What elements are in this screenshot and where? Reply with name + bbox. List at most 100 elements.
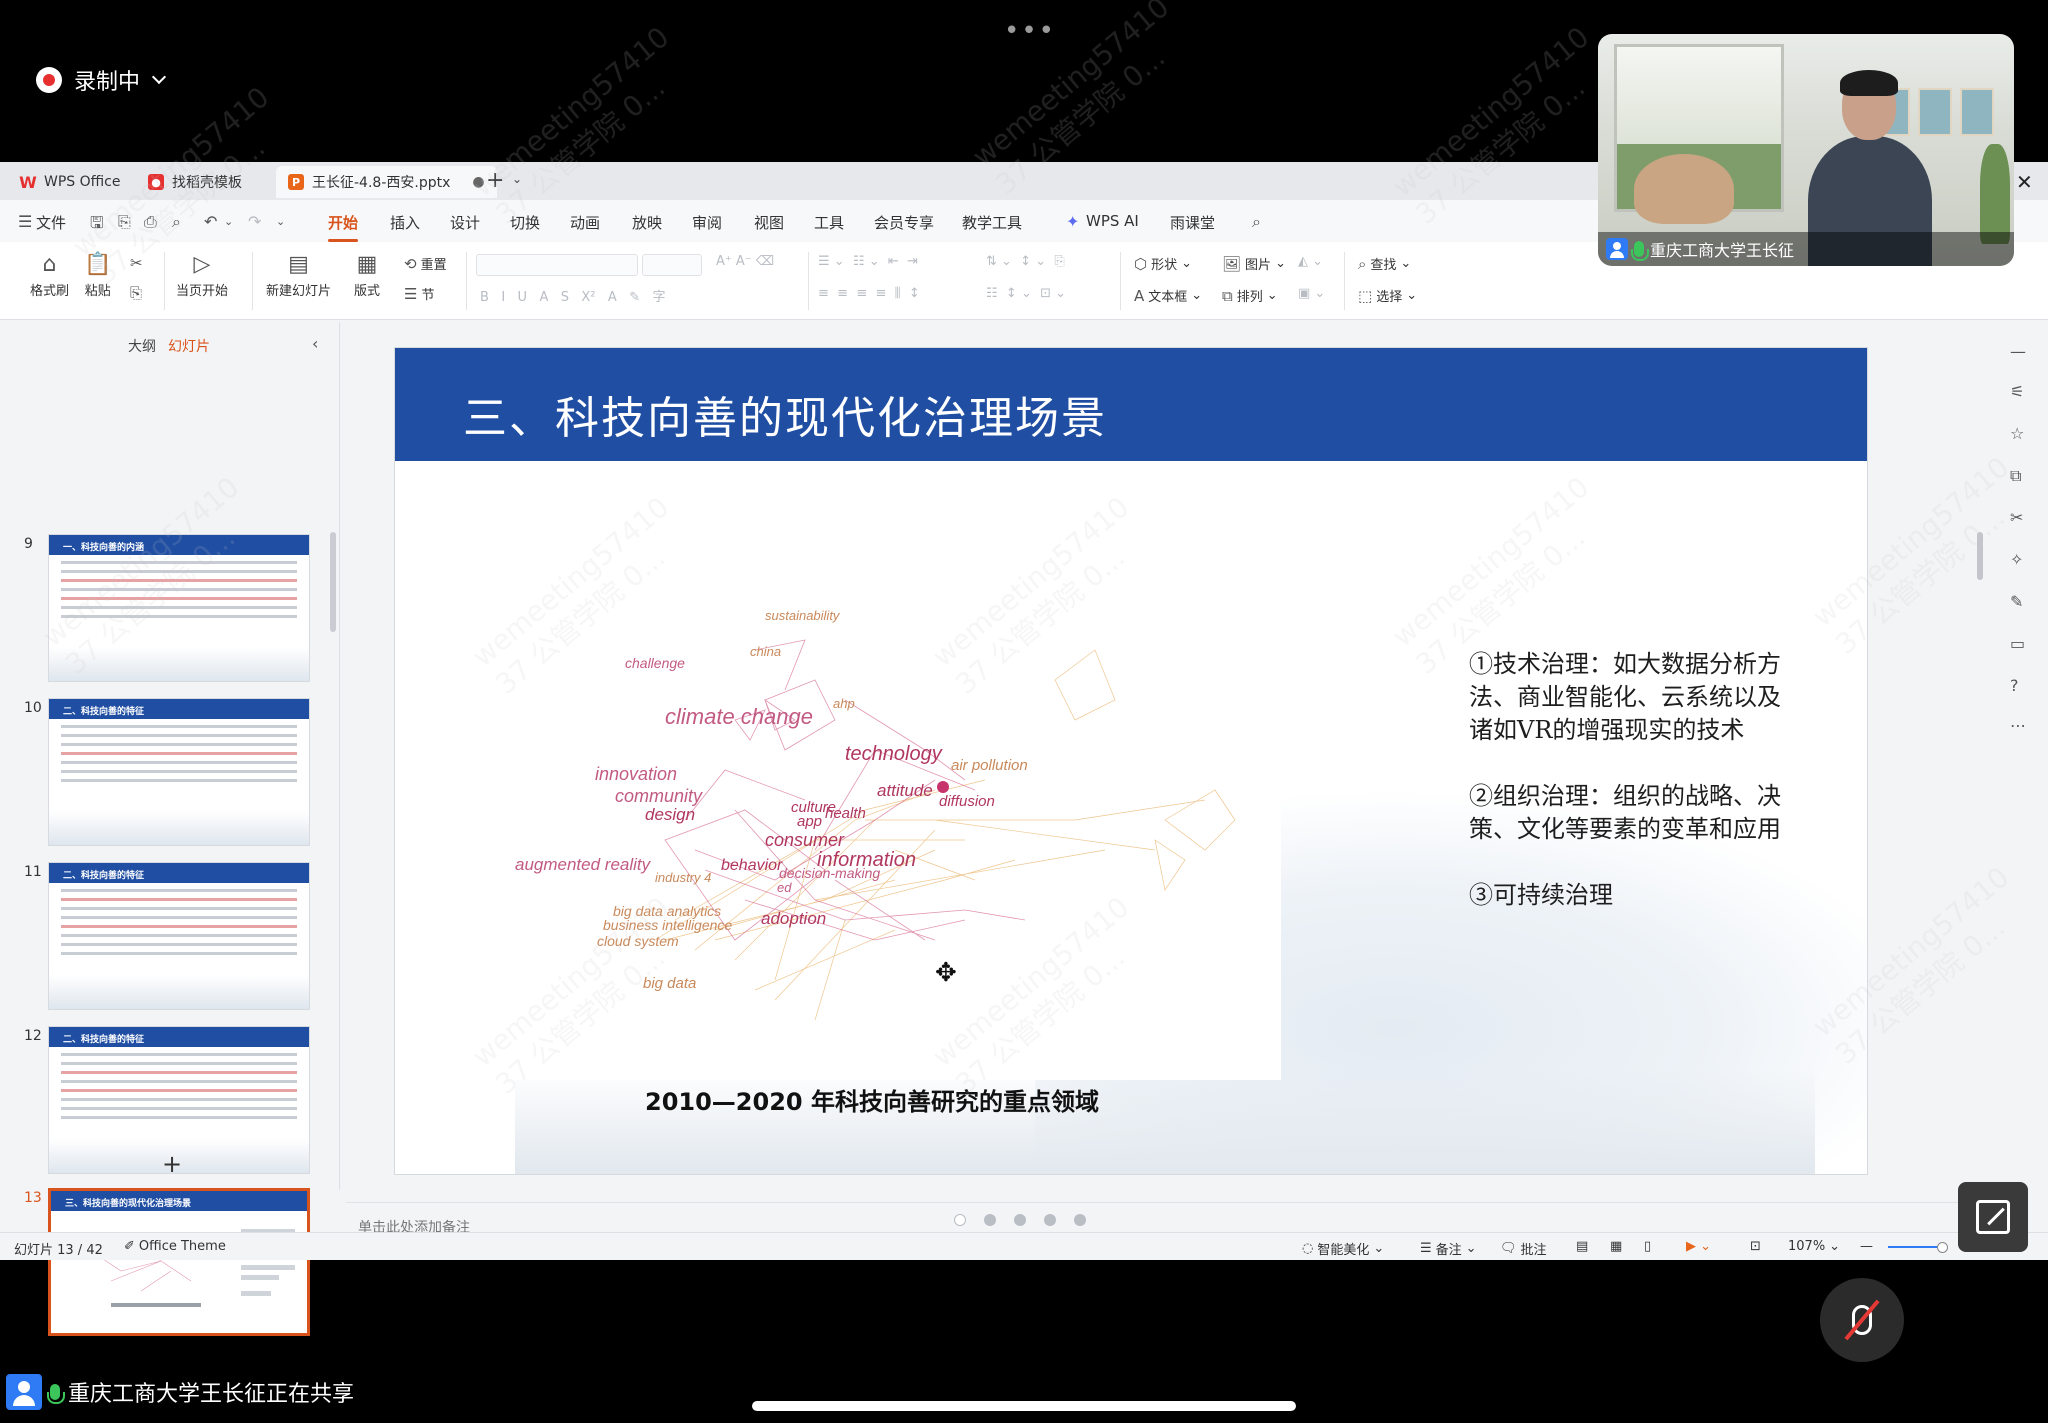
tab-outline[interactable]: 大纲 — [128, 336, 156, 356]
layout-button[interactable]: ▦ 版式 — [354, 250, 380, 299]
page-dot[interactable] — [1044, 1214, 1056, 1226]
new-slide-button[interactable]: ▤ 新建幻灯片 — [266, 250, 331, 299]
presenter-video[interactable]: 重庆工商大学王长征 — [1598, 34, 2014, 266]
menu-view[interactable]: 视图 — [754, 212, 784, 233]
paste-button[interactable]: 📋 粘贴 — [84, 250, 111, 299]
menu-review[interactable]: 审阅 — [692, 212, 722, 233]
reset-button[interactable]: ⟲ 重置 — [404, 254, 447, 274]
zoom-level[interactable]: 107% ⌄ — [1788, 1239, 1840, 1254]
tab-slides[interactable]: 幻灯片 — [168, 336, 210, 356]
menu-tools[interactable]: 工具 — [814, 212, 844, 233]
reading-view-icon[interactable]: ▯ — [1644, 1239, 1651, 1254]
slide-canvas[interactable]: 三、科技向善的现代化治理场景 sustainability china challe… — [394, 347, 1868, 1175]
play-from-current-button[interactable]: ▷ 当页开始 — [176, 250, 228, 299]
slide-thumbnail-11[interactable]: 二、科技向善的特征 — [48, 862, 310, 1010]
duplicate-icon[interactable]: ⧉ — [2010, 466, 2021, 486]
fill-icon[interactable]: ◭ ⌄ — [1298, 254, 1323, 269]
new-tab-icon[interactable]: + — [486, 168, 504, 193]
shape-button[interactable]: ⬡ 形状 ⌄ — [1134, 254, 1192, 274]
edit-icon[interactable]: ✎ — [2010, 592, 2023, 611]
arrange-button[interactable]: ⧉ 排列 ⌄ — [1222, 286, 1278, 306]
home-indicator[interactable] — [752, 1401, 1296, 1411]
line-spacing-icons[interactable]: ☷ ↕ ⌄ ⊡ ⌄ — [986, 286, 1066, 301]
list-icons[interactable]: ☰ ⌄ ☷ ⌄ ⇤ ⇥ — [818, 254, 918, 269]
menu-wps-ai[interactable]: WPS AI — [1086, 212, 1139, 230]
zoom-out-icon[interactable]: — — [1860, 1239, 1873, 1254]
tab-docer-templates[interactable]: ● 找稻壳模板 — [136, 166, 254, 198]
properties-icon[interactable]: ⚟ — [2010, 382, 2024, 401]
menu-animation[interactable]: 动画 — [570, 212, 600, 233]
font-size-select[interactable] — [642, 254, 702, 276]
menu-member[interactable]: 会员专享 — [874, 212, 934, 233]
menu-home[interactable]: 开始 — [328, 212, 359, 242]
zoom-slider[interactable] — [1888, 1242, 1948, 1253]
menu-insert[interactable]: 插入 — [390, 212, 420, 233]
magic-icon[interactable]: ✧ — [2010, 550, 2023, 569]
menu-transition[interactable]: 切换 — [510, 212, 540, 233]
slide-thumbnail-13[interactable]: 三、科技向善的现代化治理场景 — [48, 1188, 310, 1336]
textbox-button[interactable]: A 文本框 ⌄ — [1134, 286, 1202, 306]
mute-microphone-button[interactable] — [1820, 1278, 1904, 1362]
page-dot[interactable] — [984, 1214, 996, 1226]
meeting-more-dots[interactable]: ••• — [1004, 16, 1056, 46]
fit-window-icon[interactable]: ⊡ — [1750, 1239, 1761, 1254]
comments-button[interactable]: 🗨 批注 — [1500, 1239, 1547, 1258]
font-family-select[interactable] — [476, 254, 638, 276]
chevron-down-icon[interactable]: ⌄ — [276, 215, 285, 228]
align-icons[interactable]: ≡ ≡ ≡ ≡ ⫼ ↕ — [818, 286, 920, 301]
select-button[interactable]: ⬚ 选择 ⌄ — [1358, 286, 1417, 306]
help-icon[interactable]: ? — [2010, 676, 2019, 695]
add-slide-button[interactable]: + — [162, 1150, 182, 1178]
thumbnail-scrollbar[interactable] — [330, 532, 336, 632]
redo-icon[interactable]: ↷ — [248, 212, 261, 231]
more-icon[interactable]: ⋯ — [2010, 716, 2026, 735]
text-direction-icons[interactable]: ⇅ ⌄ ↕ ⌄ ⎘ — [986, 254, 1065, 269]
export-icon[interactable]: ⎘ — [118, 212, 131, 232]
print-preview-icon[interactable]: ⌕ — [172, 212, 181, 232]
slide-thumbnail-9[interactable]: 一、科技向善的内涵 — [48, 534, 310, 682]
tab-wps-office[interactable]: W WPS Office — [8, 166, 133, 198]
collapse-panel-icon[interactable]: ‹ — [312, 334, 318, 353]
menu-teaching-tools[interactable]: 教学工具 — [962, 212, 1022, 233]
slide-thumbnail-10[interactable]: 二、科技向善的特征 — [48, 698, 310, 846]
page-dot[interactable] — [1074, 1214, 1086, 1226]
collapse-icon[interactable]: — — [2010, 342, 2026, 361]
book-icon[interactable]: ▭ — [2010, 634, 2025, 653]
menu-design[interactable]: 设计 — [450, 212, 480, 233]
print-icon[interactable]: ⎙ — [144, 212, 157, 232]
outline-icon[interactable]: ▣ ⌄ — [1298, 286, 1325, 301]
copy-icon[interactable]: ⎘ — [130, 284, 142, 302]
slideshow-play-icon[interactable]: ▶ ⌄ — [1686, 1239, 1711, 1254]
slide-sorter-icon[interactable]: ▦ — [1610, 1239, 1622, 1254]
tab-presentation-file[interactable]: P 王长征-4.8-西安.pptx ● — [276, 166, 497, 198]
slide-scrollbar[interactable] — [1974, 332, 1986, 1182]
picture-button[interactable]: 🖼 图片 ⌄ — [1222, 254, 1286, 274]
tools-icon[interactable]: ✂ — [2010, 508, 2023, 527]
format-painter-button[interactable]: ⌂ 格式刷 — [30, 250, 69, 299]
font-grow-icon[interactable]: A⁺ A⁻ ⌫ — [716, 254, 774, 269]
cut-icon[interactable]: ✂ — [130, 254, 143, 272]
menu-file[interactable]: 文件 — [36, 212, 66, 233]
chevron-down-icon[interactable]: ⌄ — [224, 215, 233, 228]
recording-indicator[interactable]: 录制中 — [36, 64, 167, 96]
smart-beautify-button[interactable]: ◌ 智能美化 ⌄ — [1302, 1239, 1384, 1258]
floating-window-button[interactable] — [1958, 1182, 2028, 1252]
chevron-down-icon[interactable]: ⌄ — [512, 172, 522, 186]
section-button[interactable]: ☰ 节 — [404, 284, 434, 304]
theme-indicator[interactable]: ✐ Office Theme — [124, 1239, 226, 1254]
page-dot[interactable] — [1014, 1214, 1026, 1226]
save-icon[interactable]: 🖫 — [90, 212, 104, 239]
normal-view-icon[interactable]: ▤ — [1576, 1239, 1588, 1254]
page-dot[interactable] — [954, 1214, 966, 1226]
window-close-icon[interactable]: ✕ — [2016, 170, 2033, 194]
star-icon[interactable]: ☆ — [2010, 424, 2024, 443]
notes-toggle-button[interactable]: ☰ 备注 ⌄ — [1420, 1239, 1477, 1258]
undo-icon[interactable]: ↶ — [204, 212, 217, 231]
menu-rain-classroom[interactable]: 雨课堂 — [1170, 212, 1215, 233]
bold-italic-underline-icons[interactable]: B I U A S X² A ✎ 字 — [480, 286, 666, 305]
menu-slideshow[interactable]: 放映 — [632, 212, 662, 233]
find-button[interactable]: ⌕ 查找 ⌄ — [1358, 254, 1411, 274]
hamburger-icon[interactable]: ☰ — [18, 212, 32, 231]
tab-close-icon[interactable]: ● — [472, 174, 484, 190]
search-icon[interactable]: ⌕ — [1252, 212, 1261, 232]
